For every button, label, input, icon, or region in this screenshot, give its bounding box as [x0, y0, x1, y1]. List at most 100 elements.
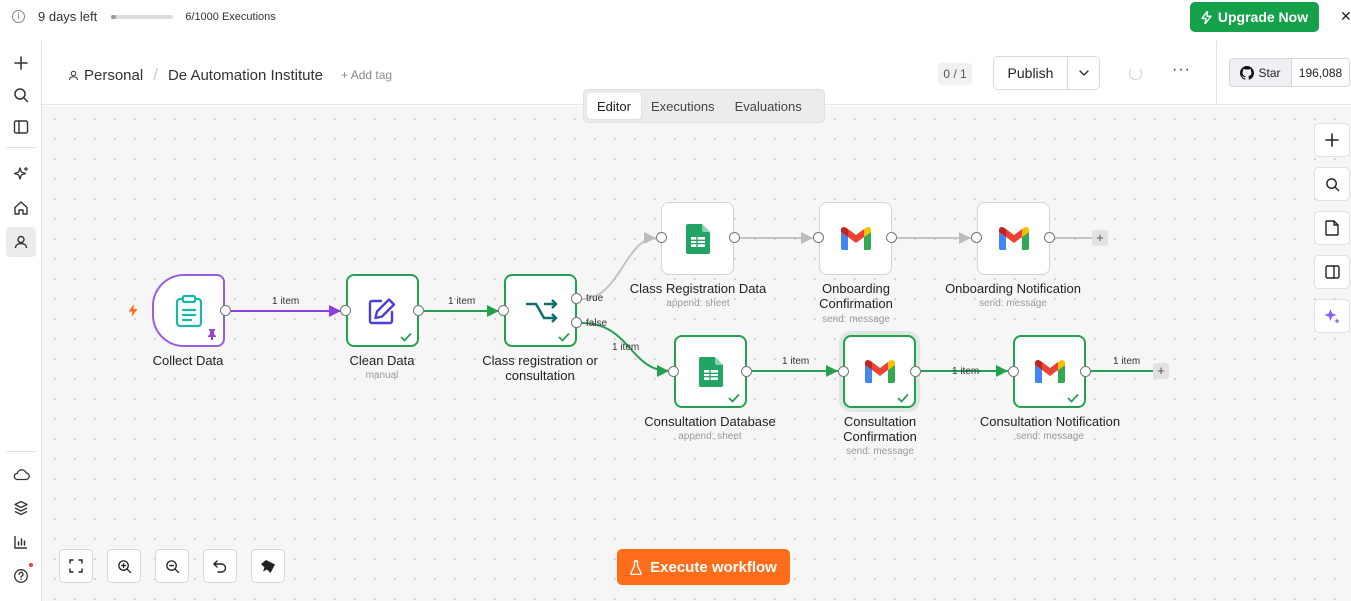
node-label: Onboarding Confirmation: [819, 281, 893, 311]
gmail-icon: [864, 360, 895, 383]
add-node-button[interactable]: +: [1153, 363, 1169, 379]
side-panel-button[interactable]: [1314, 255, 1350, 289]
add-icon[interactable]: [6, 48, 36, 78]
input-handle[interactable]: [340, 305, 351, 316]
node-label: Consultation Notification: [979, 414, 1121, 429]
input-handle[interactable]: [656, 232, 667, 243]
zoom-in-icon: [117, 559, 131, 573]
flask-icon: [630, 559, 642, 575]
execute-workflow-button[interactable]: Execute workflow: [617, 549, 790, 585]
output-handle[interactable]: [220, 305, 231, 316]
edge-label: 1 item: [448, 296, 476, 307]
upgrade-button[interactable]: Upgrade Now: [1190, 2, 1319, 32]
output-handle[interactable]: [1080, 366, 1091, 377]
sparkles-icon[interactable]: [6, 159, 36, 189]
node-subtitle: send: message: [822, 314, 890, 325]
node-subtitle: append: sheet: [678, 431, 742, 442]
panel-toggle-icon[interactable]: [6, 112, 36, 142]
node-label: Clean Data: [349, 353, 415, 368]
google-sheets-icon: [698, 356, 723, 387]
tab-executions[interactable]: Executions: [641, 93, 725, 119]
breadcrumb: Personal / De Automation Institute + Add…: [68, 65, 392, 85]
home-icon[interactable]: [6, 193, 36, 223]
github-star-widget[interactable]: Star 196,088: [1229, 58, 1350, 87]
fullscreen-icon: [69, 559, 83, 573]
node-consultation-confirmation[interactable]: [843, 335, 916, 408]
node-label: Consultation Confirmation: [843, 414, 917, 444]
clipboard-icon: [175, 294, 202, 327]
node-label: Class registration or consultation: [482, 353, 598, 383]
search-icon[interactable]: [6, 80, 36, 110]
node-collect-data[interactable]: [152, 274, 225, 347]
input-handle[interactable]: [813, 232, 824, 243]
personal-icon[interactable]: [6, 227, 36, 257]
success-check-icon: [400, 332, 412, 342]
output-handle[interactable]: [1044, 232, 1055, 243]
usage-bar: [111, 14, 174, 19]
input-handle[interactable]: [971, 232, 982, 243]
edge-label: 1 item: [612, 342, 640, 353]
publish-button[interactable]: Publish: [994, 57, 1068, 89]
node-subtitle: manual: [365, 370, 399, 381]
success-check-icon: [897, 393, 909, 403]
node-label: Class Registration Data: [629, 281, 767, 296]
ai-assistant-button[interactable]: [1314, 299, 1350, 333]
days-left: 9 days left: [38, 9, 98, 24]
output-handle[interactable]: [910, 366, 921, 377]
zoom-out-icon: [165, 559, 179, 573]
add-node-panel-button[interactable]: [1314, 123, 1350, 157]
true-output-handle[interactable]: [571, 293, 582, 304]
chevron-down-icon: [1078, 70, 1089, 76]
close-icon[interactable]: ✕: [1340, 8, 1351, 25]
view-tabs: Editor Executions Evaluations: [583, 89, 825, 123]
add-node-button[interactable]: +: [1092, 230, 1108, 246]
false-branch-label: false: [586, 318, 608, 329]
add-tag-button[interactable]: + Add tag: [341, 68, 392, 82]
undo-icon: [213, 559, 227, 573]
zoom-in-button[interactable]: [107, 549, 141, 583]
tab-evaluations[interactable]: Evaluations: [725, 93, 812, 119]
notification-dot: [29, 563, 33, 567]
ai-sparkle-icon: [1324, 309, 1340, 324]
info-icon: i: [12, 10, 25, 23]
node-onboarding-notification[interactable]: [977, 202, 1050, 275]
panel-right-icon: [1324, 265, 1340, 279]
publish-dropdown-toggle[interactable]: [1068, 57, 1099, 89]
sticky-note-button[interactable]: [1314, 211, 1350, 245]
fit-view-button[interactable]: [59, 549, 93, 583]
workflow-name[interactable]: De Automation Institute: [168, 67, 323, 84]
insights-icon[interactable]: [6, 527, 36, 557]
output-handle[interactable]: [741, 366, 752, 377]
input-handle[interactable]: [668, 366, 679, 377]
node-consultation-database[interactable]: [674, 335, 747, 408]
search-nodes-button[interactable]: [1314, 167, 1350, 201]
github-star-button[interactable]: Star: [1230, 59, 1292, 86]
search-icon: [1325, 177, 1339, 191]
publish-button-group: Publish: [993, 56, 1100, 90]
zoom-out-button[interactable]: [155, 549, 189, 583]
input-handle[interactable]: [838, 366, 849, 377]
output-handle[interactable]: [413, 305, 424, 316]
input-handle[interactable]: [498, 305, 509, 316]
input-handle[interactable]: [1008, 366, 1019, 377]
templates-icon[interactable]: [6, 493, 36, 523]
output-handle[interactable]: [886, 232, 897, 243]
node-consultation-notification[interactable]: [1013, 335, 1086, 408]
google-sheets-icon: [685, 223, 710, 254]
cloud-icon[interactable]: [6, 459, 36, 489]
false-output-handle[interactable]: [571, 317, 582, 328]
breadcrumb-owner[interactable]: Personal: [84, 67, 143, 84]
output-handle[interactable]: [729, 232, 740, 243]
tidy-up-button[interactable]: [251, 549, 285, 583]
plus-icon: [1325, 133, 1339, 147]
node-onboarding-confirmation[interactable]: [819, 202, 892, 275]
tab-editor[interactable]: Editor: [587, 93, 641, 119]
node-label: Onboarding Notification: [945, 281, 1081, 296]
undo-button[interactable]: [203, 549, 237, 583]
version-badge: 0 / 1: [938, 63, 972, 85]
more-options-icon[interactable]: ···: [1172, 61, 1191, 79]
node-clean-data[interactable]: [346, 274, 419, 347]
sidebar: [0, 41, 42, 601]
node-class-registration-data[interactable]: [661, 202, 734, 275]
node-if-class-or-consultation[interactable]: [504, 274, 577, 347]
